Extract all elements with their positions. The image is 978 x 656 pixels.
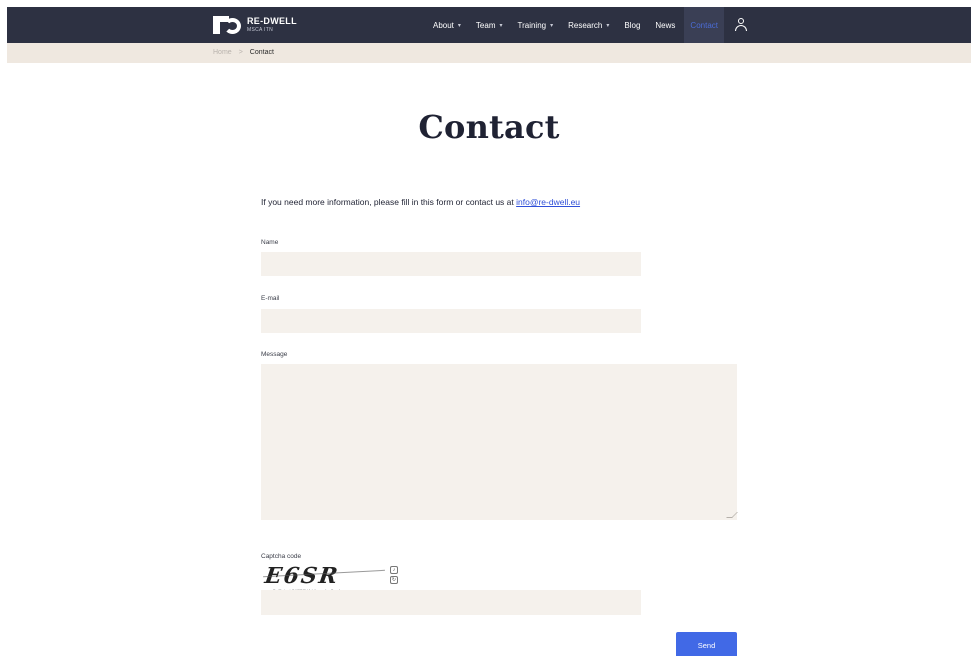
nav-item-about[interactable]: About ▾ (433, 7, 461, 43)
logo[interactable]: RE-DWELL MSCA ITN (213, 16, 297, 34)
site-header: RE-DWELL MSCA ITN About ▾ Team ▾ Training ▾… (7, 7, 971, 43)
captcha-label: Captcha code (261, 553, 302, 560)
brand-name: RE-DWELL (247, 16, 297, 26)
email-label: E-mail (261, 295, 280, 302)
breadcrumb-separator: > (238, 49, 243, 56)
resize-handle-icon[interactable] (726, 512, 738, 518)
name-label: Name (261, 239, 279, 246)
intro-text: If you need more information, please fil… (261, 197, 581, 207)
captcha-field[interactable] (261, 590, 641, 615)
refresh-icon[interactable]: ↻ (390, 576, 398, 584)
nav-item-news[interactable]: News (655, 7, 675, 43)
chevron-down-icon: ▾ (550, 22, 554, 29)
message-label: Message (261, 351, 288, 358)
send-button[interactable]: Send (676, 632, 737, 656)
nav-item-team[interactable]: Team ▾ (476, 7, 503, 43)
breadcrumb: Home > Contact (213, 49, 274, 56)
nav-item-blog[interactable]: Blog (624, 7, 640, 43)
nav-item-training[interactable]: Training ▾ (518, 7, 554, 43)
nav-item-research[interactable]: Research ▾ (568, 7, 609, 43)
main-nav: About ▾ Team ▾ Training ▾ Research ▾ Blog Ne… (433, 7, 748, 43)
brand-subtitle: MSCA ITN (247, 27, 274, 33)
user-icon[interactable] (734, 18, 748, 32)
nav-item-contact[interactable]: Contact (684, 7, 724, 43)
email-field[interactable] (261, 309, 641, 333)
chevron-down-icon: ▾ (499, 22, 503, 29)
email-link[interactable]: info@re-dwell.eu (516, 197, 580, 207)
breadcrumb-home[interactable]: Home (213, 49, 232, 56)
sound-icon[interactable]: ♪ (390, 566, 398, 574)
chevron-down-icon: ▾ (457, 22, 461, 29)
captcha-image: E6SR BotDetect CAPTCHA Library for Symfo… (263, 563, 399, 593)
name-field[interactable] (261, 252, 641, 276)
breadcrumb-bar: Home > Contact (7, 43, 971, 63)
breadcrumb-current: Contact (249, 49, 274, 56)
page-title: Contact (418, 108, 560, 146)
logo-icon (213, 16, 241, 34)
chevron-down-icon: ▾ (606, 22, 610, 29)
message-field[interactable] (261, 364, 738, 520)
